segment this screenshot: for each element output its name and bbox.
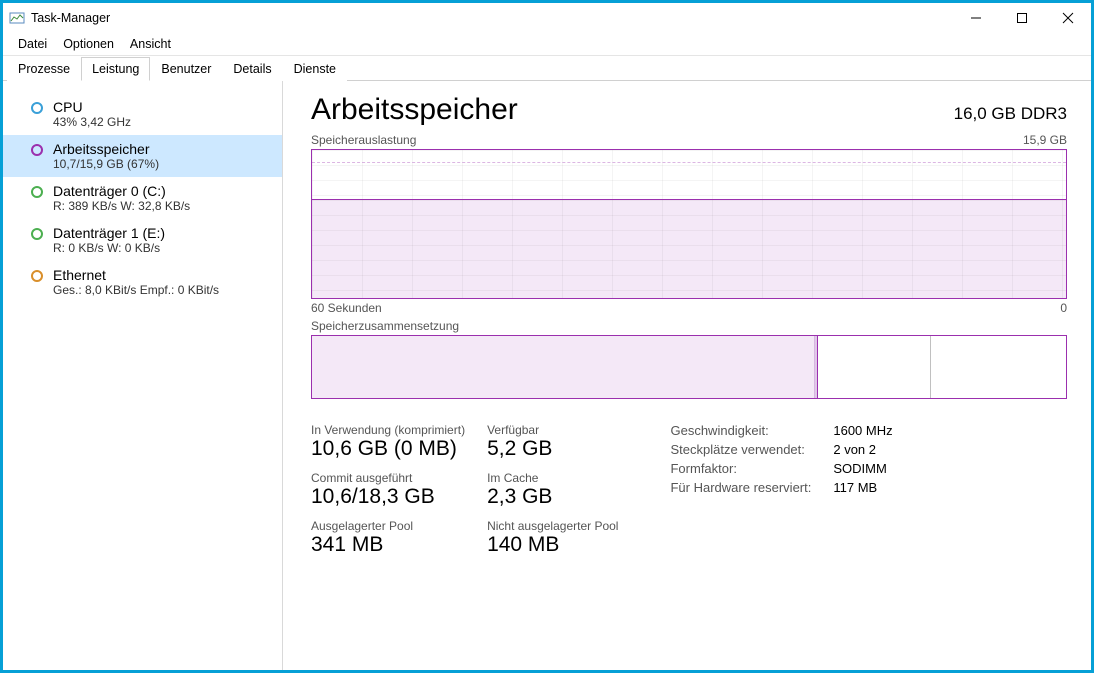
resource-dot-icon xyxy=(31,186,43,198)
stat-side-value: 117 MB xyxy=(833,480,892,495)
axis-right: 0 xyxy=(1060,301,1067,315)
stat-side-key: Formfaktor: xyxy=(670,461,811,476)
sidebar-item-sub: Ges.: 8,0 KBit/s Empf.: 0 KBit/s xyxy=(53,283,219,297)
usage-label-right: 15,9 GB xyxy=(1023,133,1067,147)
menu-options[interactable]: Optionen xyxy=(63,37,114,51)
sidebar-item-sub: R: 0 KB/s W: 0 KB/s xyxy=(53,241,165,255)
close-button[interactable] xyxy=(1045,3,1091,33)
window-title: Task-Manager xyxy=(31,11,110,25)
stat-value: 5,2 GB xyxy=(487,437,618,461)
memory-usage-graph xyxy=(311,149,1067,299)
stat-label: Verfügbar xyxy=(487,423,618,437)
sidebar-item-name: CPU xyxy=(53,99,131,115)
stat-side-value: 2 von 2 xyxy=(833,442,892,457)
stat-label: In Verwendung (komprimiert) xyxy=(311,423,465,437)
memory-usage-fill xyxy=(312,199,1066,298)
composition-segment xyxy=(931,336,1066,398)
stat-side-key: Für Hardware reserviert: xyxy=(670,480,811,495)
resource-dot-icon xyxy=(31,102,43,114)
tab-processes[interactable]: Prozesse xyxy=(7,57,81,81)
sidebar-item-ethernet[interactable]: EthernetGes.: 8,0 KBit/s Empf.: 0 KBit/s xyxy=(3,261,282,303)
composition-label: Speicherzusammensetzung xyxy=(311,319,459,333)
stat-block: Ausgelagerter Pool341 MB xyxy=(311,519,465,557)
sidebar-item-sub: 43% 3,42 GHz xyxy=(53,115,131,129)
menubar: Datei Optionen Ansicht xyxy=(3,33,1091,56)
stat-label: Commit ausgeführt xyxy=(311,471,465,485)
stat-side-key: Steckplätze verwendet: xyxy=(670,442,811,457)
stat-value: 2,3 GB xyxy=(487,485,618,509)
resource-dot-icon xyxy=(31,228,43,240)
resource-dot-icon xyxy=(31,144,43,156)
stat-value: 341 MB xyxy=(311,533,465,557)
usage-label-left: Speicherauslastung xyxy=(311,133,416,147)
stat-side-key: Geschwindigkeit: xyxy=(670,423,811,438)
stat-block: Nicht ausgelagerter Pool140 MB xyxy=(487,519,618,557)
memory-composition-bar xyxy=(311,335,1067,399)
window-controls xyxy=(953,3,1091,33)
stat-block: In Verwendung (komprimiert)10,6 GB (0 MB… xyxy=(311,423,465,461)
stat-value: 10,6/18,3 GB xyxy=(311,485,465,509)
stat-block: Commit ausgeführt10,6/18,3 GB xyxy=(311,471,465,509)
composition-segment xyxy=(312,336,815,398)
sidebar-item-name: Arbeitsspeicher xyxy=(53,141,159,157)
memory-stats-side: Geschwindigkeit: 1600 MHz Steckplätze verw… xyxy=(670,423,892,495)
panel-capacity: 16,0 GB DDR3 xyxy=(954,104,1067,124)
tab-services[interactable]: Dienste xyxy=(283,57,347,81)
performance-sidebar: CPU43% 3,42 GHzArbeitsspeicher10,7/15,9 … xyxy=(3,81,283,670)
tab-details[interactable]: Details xyxy=(222,57,282,81)
sidebar-item-name: Datenträger 0 (C:) xyxy=(53,183,190,199)
tab-strip: Prozesse Leistung Benutzer Details Diens… xyxy=(3,56,1091,81)
stat-value: 10,6 GB (0 MB) xyxy=(311,437,465,461)
memory-stats-main: In Verwendung (komprimiert)10,6 GB (0 MB… xyxy=(311,423,618,557)
stat-block: Im Cache2,3 GB xyxy=(487,471,618,509)
sidebar-item-cpu[interactable]: CPU43% 3,42 GHz xyxy=(3,93,282,135)
composition-segment xyxy=(818,336,931,398)
stat-label: Ausgelagerter Pool xyxy=(311,519,465,533)
resource-dot-icon xyxy=(31,270,43,282)
stat-label: Im Cache xyxy=(487,471,618,485)
tab-performance[interactable]: Leistung xyxy=(81,57,150,81)
sidebar-item-name: Ethernet xyxy=(53,267,219,283)
titlebar: Task-Manager xyxy=(3,3,1091,33)
menu-view[interactable]: Ansicht xyxy=(130,37,171,51)
stat-block: Verfügbar5,2 GB xyxy=(487,423,618,461)
menu-file[interactable]: Datei xyxy=(18,37,47,51)
sidebar-item-name: Datenträger 1 (E:) xyxy=(53,225,165,241)
maximize-button[interactable] xyxy=(999,3,1045,33)
sidebar-item-datentr-ger-1-e-[interactable]: Datenträger 1 (E:)R: 0 KB/s W: 0 KB/s xyxy=(3,219,282,261)
sidebar-item-arbeitsspeicher[interactable]: Arbeitsspeicher10,7/15,9 GB (67%) xyxy=(3,135,282,177)
task-manager-window: Task-Manager Datei Optionen Ansicht Proz… xyxy=(0,0,1094,673)
stat-value: 140 MB xyxy=(487,533,618,557)
stat-side-value: 1600 MHz xyxy=(833,423,892,438)
panel-title: Arbeitsspeicher xyxy=(311,93,518,127)
memory-panel: Arbeitsspeicher 16,0 GB DDR3 Speicheraus… xyxy=(283,81,1091,670)
body: CPU43% 3,42 GHzArbeitsspeicher10,7/15,9 … xyxy=(3,81,1091,670)
tab-users[interactable]: Benutzer xyxy=(150,57,222,81)
minimize-button[interactable] xyxy=(953,3,999,33)
sidebar-item-sub: 10,7/15,9 GB (67%) xyxy=(53,157,159,171)
stat-label: Nicht ausgelagerter Pool xyxy=(487,519,618,533)
sidebar-item-sub: R: 389 KB/s W: 32,8 KB/s xyxy=(53,199,190,213)
app-icon xyxy=(9,10,25,26)
axis-left: 60 Sekunden xyxy=(311,301,382,315)
memory-usage-marker xyxy=(312,162,1066,163)
stat-side-value: SODIMM xyxy=(833,461,892,476)
sidebar-item-datentr-ger-0-c-[interactable]: Datenträger 0 (C:)R: 389 KB/s W: 32,8 KB… xyxy=(3,177,282,219)
memory-stats: In Verwendung (komprimiert)10,6 GB (0 MB… xyxy=(311,423,1067,557)
